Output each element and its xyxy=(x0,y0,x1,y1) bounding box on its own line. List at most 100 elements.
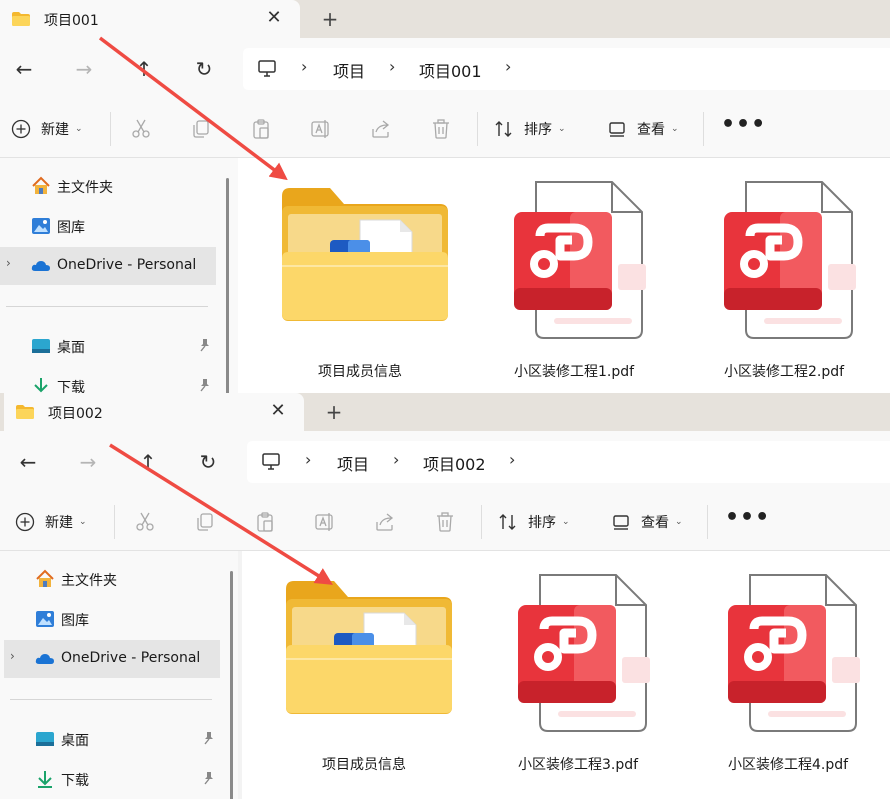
chevron-down-icon: ⌄ xyxy=(79,517,87,527)
file-name: 小区装修工程3.pdf xyxy=(517,757,639,773)
sort-button[interactable]: 排序 ⌄ xyxy=(498,510,570,534)
navigation-bar: ← → ↑ ↻ › 项目 › 项目001 › xyxy=(0,38,890,100)
sidebar-item-onedrive[interactable]: › OneDrive - Personal xyxy=(4,640,220,678)
close-tab-icon[interactable]: ✕ xyxy=(264,6,284,30)
home-icon xyxy=(32,176,50,194)
sort-button[interactable]: 排序 ⌄ xyxy=(494,117,566,141)
paste-icon[interactable] xyxy=(250,118,272,140)
folder-tab[interactable]: 项目001 ✕ xyxy=(0,0,300,38)
sidebar-item-label: 桌面 xyxy=(61,733,89,749)
sidebar-item-label: 桌面 xyxy=(57,340,85,356)
forward-button[interactable]: → xyxy=(73,447,103,477)
sort-icon xyxy=(499,514,516,530)
sidebar-item-onedrive[interactable]: › OneDrive - Personal xyxy=(0,247,216,285)
refresh-button[interactable]: ↻ xyxy=(193,447,223,477)
folder-item[interactable]: W 项目成员信息 xyxy=(260,178,460,388)
sidebar-item-gallery[interactable]: 图库 xyxy=(0,207,216,245)
breadcrumb-item[interactable]: 项目 xyxy=(333,58,365,82)
new-tab-button[interactable]: + xyxy=(322,399,346,425)
close-tab-icon[interactable]: ✕ xyxy=(268,399,288,423)
back-button[interactable]: ← xyxy=(13,447,43,477)
more-options-button[interactable]: ••• xyxy=(725,505,770,530)
chevron-down-icon: ⌄ xyxy=(562,517,570,527)
plus-circle-icon xyxy=(15,512,35,532)
cut-icon[interactable] xyxy=(130,118,152,140)
view-button-label: 查看 xyxy=(637,122,665,138)
pin-icon[interactable] xyxy=(198,338,212,352)
sidebar-scrollbar[interactable] xyxy=(230,571,233,799)
up-button[interactable]: ↑ xyxy=(133,447,163,477)
folder-tab[interactable]: 项目002 ✕ xyxy=(4,393,304,431)
rename-icon[interactable] xyxy=(314,511,336,533)
new-button[interactable]: 新建 ⌄ xyxy=(15,510,87,534)
new-tab-button[interactable]: + xyxy=(318,6,342,32)
cut-icon[interactable] xyxy=(134,511,156,533)
pin-icon[interactable] xyxy=(202,771,216,785)
pdf-icon xyxy=(724,181,856,339)
sidebar-item-desktop[interactable]: 桌面 xyxy=(4,720,220,758)
up-button[interactable]: ↑ xyxy=(129,54,159,84)
delete-icon[interactable] xyxy=(434,511,456,533)
breadcrumb-item[interactable]: 项目002 xyxy=(423,451,486,475)
refresh-button[interactable]: ↻ xyxy=(189,54,219,84)
chevron-right-icon[interactable]: › xyxy=(301,57,307,76)
pin-icon[interactable] xyxy=(202,731,216,745)
forward-button[interactable]: → xyxy=(69,54,99,84)
pdf-file-item[interactable]: 小区装修工程2.pdf xyxy=(684,178,884,388)
sidebar-item-label: 主文件夹 xyxy=(61,573,117,589)
back-button[interactable]: ← xyxy=(9,54,39,84)
more-options-button[interactable]: ••• xyxy=(721,112,766,137)
sidebar-item-label: 下载 xyxy=(57,380,85,393)
explorer-window: 项目002 ✕ + ← → ↑ ↻ › 项目 › 项目002 › 新建 ⌄ 排序… xyxy=(0,393,890,799)
breadcrumb-item[interactable]: 项目 xyxy=(337,451,369,475)
sidebar-item-downloads[interactable]: 下载 xyxy=(0,367,216,393)
chevron-right-icon[interactable]: › xyxy=(509,450,515,469)
breadcrumb-item[interactable]: 项目001 xyxy=(419,58,482,82)
chevron-down-icon: ⌄ xyxy=(671,124,679,134)
sidebar-item-downloads[interactable]: 下载 xyxy=(4,760,220,798)
address-bar[interactable]: › 项目 › 项目001 › xyxy=(243,48,890,90)
chevron-right-icon[interactable]: › xyxy=(393,450,399,469)
sort-button-label: 排序 xyxy=(524,122,552,138)
view-button[interactable]: 查看 ⌄ xyxy=(607,117,679,141)
toolbar-divider xyxy=(114,505,115,539)
chevron-right-icon[interactable]: › xyxy=(505,57,511,76)
chevron-right-icon[interactable]: › xyxy=(6,256,11,270)
folder-with-document-icon: W xyxy=(282,188,448,321)
pdf-icon xyxy=(518,574,650,732)
cloud-icon xyxy=(35,654,54,664)
chevron-right-icon[interactable]: › xyxy=(10,649,15,663)
folder-item[interactable]: W 项目成员信息 xyxy=(264,571,464,781)
address-bar[interactable]: › 项目 › 项目002 › xyxy=(247,441,890,483)
download-icon xyxy=(38,771,52,788)
share-icon[interactable] xyxy=(370,118,392,140)
sidebar-item-gallery[interactable]: 图库 xyxy=(4,600,220,638)
cloud-icon xyxy=(31,261,50,271)
gallery-icon xyxy=(32,218,50,234)
toolbar-divider xyxy=(481,505,482,539)
pdf-file-item[interactable]: 小区装修工程3.pdf xyxy=(478,571,678,781)
copy-icon[interactable] xyxy=(194,511,216,533)
pdf-file-item[interactable]: 小区装修工程4.pdf xyxy=(688,571,888,781)
paste-icon[interactable] xyxy=(254,511,276,533)
pin-icon[interactable] xyxy=(198,378,212,392)
tab-title: 项目001 xyxy=(44,13,99,29)
sidebar-item-home[interactable]: 主文件夹 xyxy=(4,560,220,598)
copy-icon[interactable] xyxy=(190,118,212,140)
pdf-file-item[interactable]: 小区装修工程1.pdf xyxy=(474,178,674,388)
chevron-right-icon[interactable]: › xyxy=(389,57,395,76)
sidebar-item-home[interactable]: 主文件夹 xyxy=(0,167,216,205)
chevron-right-icon[interactable]: › xyxy=(305,450,311,469)
share-icon[interactable] xyxy=(374,511,396,533)
tab-bar: 项目002 ✕ + xyxy=(0,393,890,431)
new-button-label: 新建 xyxy=(45,515,73,531)
delete-icon[interactable] xyxy=(430,118,452,140)
view-button[interactable]: 查看 ⌄ xyxy=(611,510,683,534)
new-button[interactable]: 新建 ⌄ xyxy=(11,117,83,141)
rename-icon[interactable] xyxy=(310,118,332,140)
download-icon xyxy=(34,378,48,393)
sidebar-scrollbar[interactable] xyxy=(226,178,229,393)
sidebar-item-desktop[interactable]: 桌面 xyxy=(0,327,216,365)
file-view: W 项目成员信息 小区装修工程1.pdf xyxy=(238,158,890,393)
folder-with-document-icon: W xyxy=(286,581,452,714)
